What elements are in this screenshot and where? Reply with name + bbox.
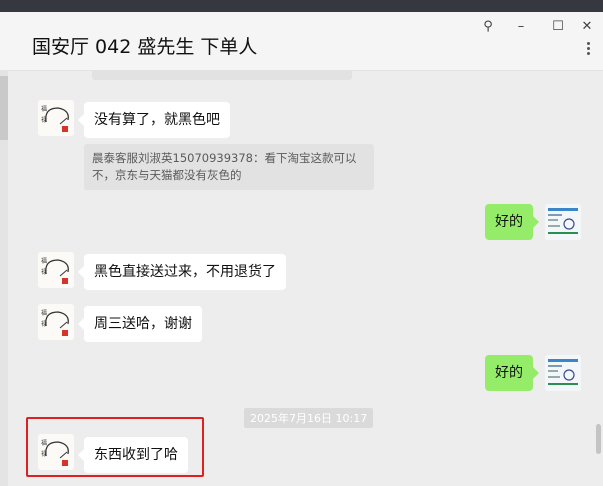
maximize-button[interactable]: ☐ — [548, 20, 568, 34]
svg-text:禄: 禄 — [41, 116, 47, 124]
chat-title: 国安厅 042 盛先生 下单人 — [32, 36, 258, 58]
svg-text:禄: 禄 — [41, 450, 47, 458]
left-scrollbar-thumb[interactable] — [0, 76, 8, 140]
chat-header: 国安厅 042 盛先生 下单人 ⚲ – ☐ ✕ — [0, 12, 603, 71]
svg-text:禄: 禄 — [41, 268, 47, 276]
contact-avatar[interactable]: 福 禄 — [38, 434, 74, 470]
svg-text:福: 福 — [41, 439, 47, 447]
left-panel-edge — [0, 70, 8, 486]
svg-text:福: 福 — [41, 105, 47, 113]
message-list[interactable]: 福 禄 没有算了，就黑色吧 晨泰客服刘淑英15070939378：看下淘宝这款可… — [8, 70, 603, 486]
message-bubble-incoming[interactable]: 周三送哈，谢谢 — [78, 306, 202, 342]
svg-text:福: 福 — [41, 257, 47, 265]
pin-icon[interactable]: ⚲ — [478, 20, 498, 34]
chat-scrollbar-thumb[interactable] — [596, 424, 601, 454]
contact-avatar[interactable]: 福 禄 — [38, 252, 74, 288]
message-bubble-outgoing[interactable]: 好的 — [485, 355, 539, 391]
my-avatar[interactable] — [545, 355, 581, 391]
cut-off-message — [92, 70, 352, 80]
close-button[interactable]: ✕ — [577, 20, 597, 34]
window-top-bar — [0, 0, 603, 12]
minimize-button[interactable]: – — [511, 20, 531, 34]
message-bubble-incoming[interactable]: 没有算了，就黑色吧 — [78, 102, 230, 138]
svg-text:福: 福 — [41, 309, 47, 317]
my-avatar[interactable] — [545, 204, 581, 240]
contact-avatar[interactable]: 福 禄 — [38, 304, 74, 340]
svg-text:禄: 禄 — [41, 320, 47, 328]
quoted-message[interactable]: 晨泰客服刘淑英15070939378：看下淘宝这款可以不，京东与天猫都没有灰色的 — [84, 144, 374, 190]
contact-avatar[interactable]: 福 禄 — [38, 100, 74, 136]
message-bubble-incoming[interactable]: 黑色直接送过来，不用退货了 — [78, 254, 286, 290]
message-timestamp: 2025年7月16日 10:17 — [244, 408, 374, 428]
more-options-icon[interactable] — [587, 42, 591, 56]
message-bubble-incoming[interactable]: 东西收到了哈 — [78, 437, 188, 473]
message-bubble-outgoing[interactable]: 好的 — [485, 204, 539, 240]
